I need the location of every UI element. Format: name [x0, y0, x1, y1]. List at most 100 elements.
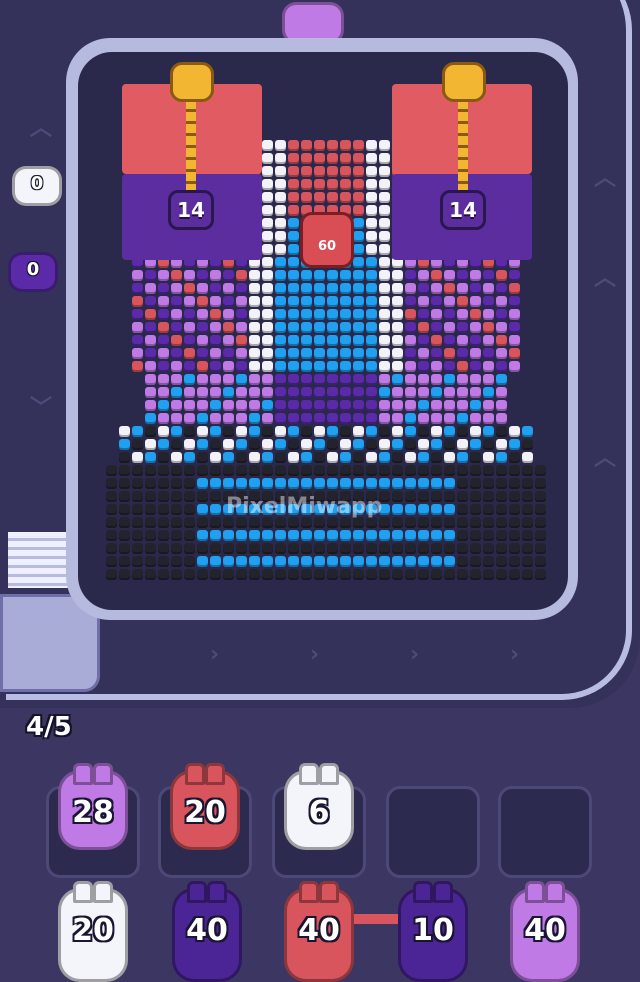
- reserve-pig[interactable]: 40: [510, 881, 580, 982]
- pixel-block: [431, 309, 442, 320]
- pixel-block: [158, 400, 169, 411]
- queue-capacity: 4/5: [26, 712, 72, 742]
- pixel-block: [405, 348, 416, 359]
- pixel-block: [405, 309, 416, 320]
- pixel-block: [509, 517, 520, 528]
- pixel-block: [275, 283, 286, 294]
- pig-ammo-count: 40: [186, 913, 228, 948]
- pixel-block: [379, 218, 390, 229]
- pixel-block: [470, 491, 481, 502]
- reserve-pig[interactable]: 20: [58, 881, 128, 982]
- pixel-block: [509, 309, 520, 320]
- pixel-block: [262, 556, 273, 567]
- pixel-block: [353, 322, 364, 333]
- pixel-block: [288, 257, 299, 268]
- slot-4[interactable]: [386, 786, 480, 878]
- pixel-block: [327, 348, 338, 359]
- pixel-block: [340, 335, 351, 346]
- pixel-block: [340, 140, 351, 151]
- pixel-block: [171, 478, 182, 489]
- pixel-block: [119, 543, 130, 554]
- pixel-block: [132, 569, 143, 580]
- pixel-block: [457, 413, 468, 424]
- pixel-block: [366, 452, 377, 463]
- reserve-pig[interactable]: 40: [172, 881, 242, 982]
- slot-pig[interactable]: 28: [58, 763, 128, 850]
- pixel-block: [184, 465, 195, 476]
- pixel-block: [340, 153, 351, 164]
- pixel-block: [275, 413, 286, 424]
- pixel-block: [236, 387, 247, 398]
- pixel-block: [262, 569, 273, 580]
- pixel-block: [496, 387, 507, 398]
- pixel-block: [262, 452, 273, 463]
- pixel-block: [314, 530, 325, 541]
- pixel-block: [327, 361, 338, 372]
- pixel-block: [379, 426, 390, 437]
- slot-pig[interactable]: 6: [284, 763, 354, 850]
- pixel-block: [496, 517, 507, 528]
- pixel-block: [275, 478, 286, 489]
- pixel-block: [392, 543, 403, 554]
- pixel-block: [353, 556, 364, 567]
- pixel-block: [327, 465, 338, 476]
- pixel-block: [340, 556, 351, 567]
- pixel-block: [483, 517, 494, 528]
- pixel-block: [236, 283, 247, 294]
- pixel-block: [171, 400, 182, 411]
- slot-pig[interactable]: 20: [170, 763, 240, 850]
- pixel-block: [171, 530, 182, 541]
- pixel-block: [314, 348, 325, 359]
- pixel-block: [119, 517, 130, 528]
- pixel-block: [184, 569, 195, 580]
- pixel-block: [470, 361, 481, 372]
- pixel-block: [392, 361, 403, 372]
- pig-ammo-count: 20: [72, 913, 114, 948]
- pixel-block: [249, 309, 260, 320]
- pixel-block: [418, 556, 429, 567]
- reserve-pig[interactable]: 40: [284, 881, 354, 982]
- pixel-block: [327, 296, 338, 307]
- pixel-block: [119, 439, 130, 450]
- pixel-block: [457, 556, 468, 567]
- pixel-block: [210, 400, 221, 411]
- pixel-block: [288, 231, 299, 242]
- pixel-block: [288, 335, 299, 346]
- pixel-block: [444, 569, 455, 580]
- pixel-block: [262, 348, 273, 359]
- pixel-block: [171, 543, 182, 554]
- pixel-block: [314, 374, 325, 385]
- pixel-block: [522, 543, 533, 554]
- pixel-block: [288, 244, 299, 255]
- slot-5[interactable]: [498, 786, 592, 878]
- pixel-block: [145, 413, 156, 424]
- pixel-block: [184, 374, 195, 385]
- pixel-block: [444, 491, 455, 502]
- pixel-block: [275, 439, 286, 450]
- pixel-block: [353, 374, 364, 385]
- pixel-block: [262, 530, 273, 541]
- pixel-block: [366, 569, 377, 580]
- pixel-block: [509, 296, 520, 307]
- pixel-block: [496, 374, 507, 385]
- pixel-block: [366, 192, 377, 203]
- pixel-block: [405, 530, 416, 541]
- pixel-block: [314, 452, 325, 463]
- reserve-pig[interactable]: 10: [398, 881, 468, 982]
- pixel-block: [210, 426, 221, 437]
- pixel-block: [470, 465, 481, 476]
- pixel-block: [327, 335, 338, 346]
- pixel-block: [379, 192, 390, 203]
- pixel-block: [340, 569, 351, 580]
- pixel-block: [158, 270, 169, 281]
- pixel-block: [288, 309, 299, 320]
- pixel-block: [210, 491, 221, 502]
- pixel-block: [392, 452, 403, 463]
- pixel-block: [327, 543, 338, 554]
- pixel-block: [535, 504, 546, 515]
- pixel-block: [340, 530, 351, 541]
- pixel-block: [288, 556, 299, 567]
- pig-ammo-count: 28: [72, 795, 114, 830]
- pixel-block: [496, 504, 507, 515]
- pixel-block: [340, 270, 351, 281]
